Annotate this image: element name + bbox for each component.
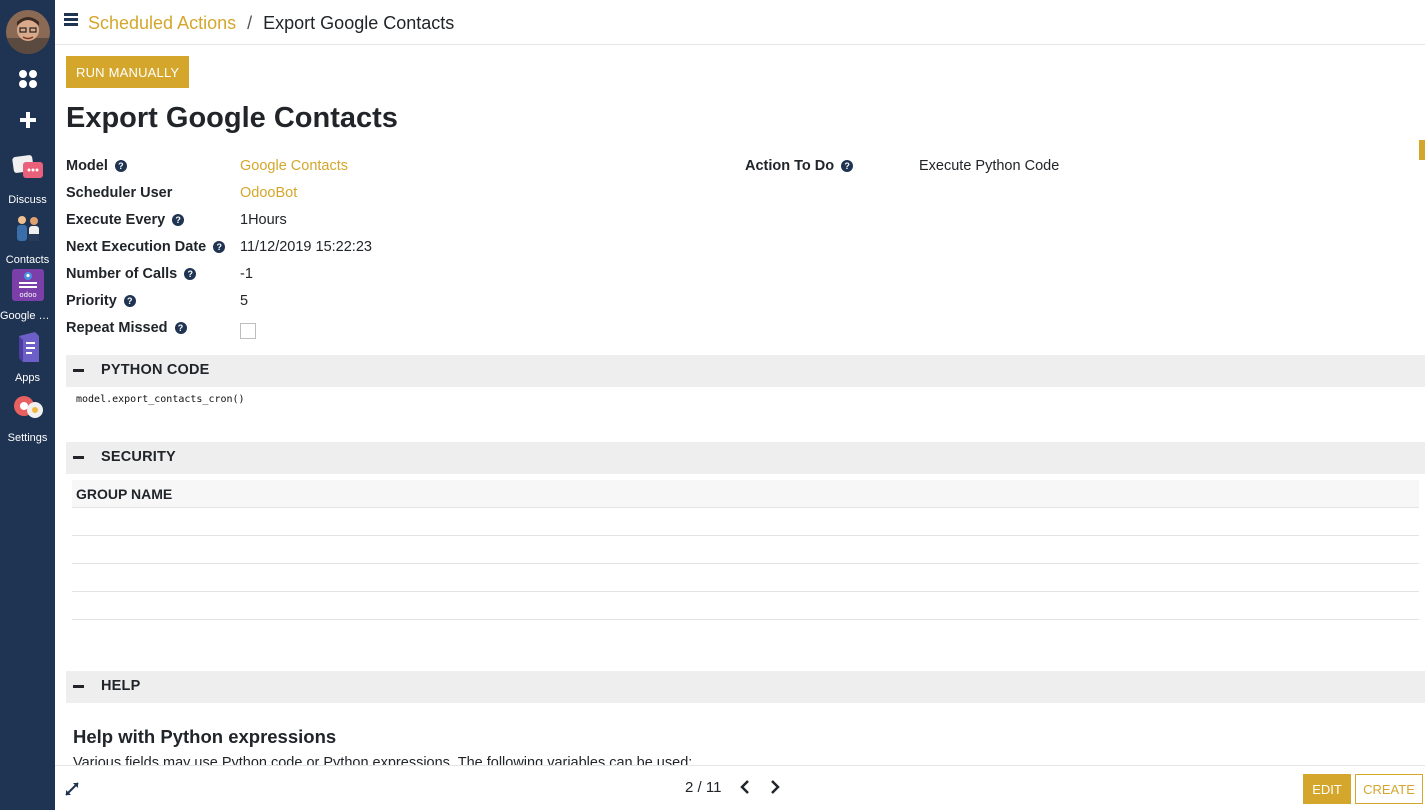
settings-icon: [13, 396, 43, 418]
apps-icon: [18, 332, 39, 362]
table-row: [72, 564, 1419, 592]
bottom-bar: 2 / 11 EDIT CREATE: [55, 765, 1425, 810]
help-icon[interactable]: ?: [123, 295, 136, 307]
execute-every-field: 1Hours: [240, 212, 287, 228]
chevron-right-icon[interactable]: [767, 778, 783, 796]
run-manually-button[interactable]: RUN MANUALLY: [66, 56, 190, 88]
priority-field: 5: [240, 293, 249, 309]
breadcrumb: Scheduled Actions / Export Google Contac…: [88, 12, 454, 34]
model-label: Model?: [66, 158, 127, 174]
sidebar-app-discuss[interactable]: Discuss: [0, 152, 55, 206]
python-code-editor[interactable]: model.export_contacts_cron(): [76, 394, 245, 405]
number-of-calls-label: Number of Calls?: [66, 266, 197, 282]
sidebar-app-settings[interactable]: Settings: [0, 390, 55, 444]
breadcrumb-separator: /: [247, 13, 253, 33]
user-avatar[interactable]: [6, 10, 50, 54]
help-heading: Help with Python expressions: [73, 726, 337, 747]
priority-label: Priority?: [66, 293, 136, 309]
grid-icon: [18, 70, 37, 88]
action-to-do-label: Action To Do?: [745, 158, 854, 174]
breadcrumb-scheduled-actions[interactable]: Scheduled Actions: [88, 13, 236, 33]
expand-icon[interactable]: [64, 781, 80, 797]
help-icon[interactable]: ?: [213, 241, 226, 253]
scheduler-user-label: Scheduler User: [66, 185, 173, 201]
create-button[interactable]: CREATE: [1355, 774, 1423, 804]
model-field[interactable]: Google Contacts: [240, 158, 348, 174]
control-panel: Scheduled Actions / Export Google Contac…: [55, 0, 1425, 45]
execute-every-label: Execute Every?: [66, 212, 185, 228]
new-button[interactable]: [0, 110, 55, 130]
collapse-icon[interactable]: [73, 369, 84, 372]
chatter-toggle[interactable]: [1419, 140, 1425, 160]
help-icon[interactable]: ?: [184, 268, 197, 280]
action-to-do-field: Execute Python Code: [919, 158, 1060, 174]
plus-icon: [19, 112, 36, 128]
table-row: [72, 592, 1419, 620]
contacts-icon: [16, 216, 39, 241]
collapse-icon[interactable]: [73, 685, 84, 688]
svg-text:odoo: odoo: [19, 291, 36, 299]
repeat-missed-checkbox[interactable]: [240, 323, 256, 339]
hamburger-menu-icon[interactable]: [64, 13, 78, 26]
help-icon[interactable]: ?: [172, 214, 185, 226]
help-section-header[interactable]: HELP: [66, 671, 1425, 703]
record-title: Export Google Contacts: [66, 102, 398, 134]
collapse-icon[interactable]: [73, 456, 84, 459]
app-sidebar: Discuss Contacts odoo Google C... Apps S…: [0, 0, 55, 810]
repeat-missed-label: Repeat Missed?: [66, 320, 187, 336]
table-row: [72, 536, 1419, 564]
table-row: [72, 508, 1419, 536]
breadcrumb-current: Export Google Contacts: [263, 13, 455, 33]
security-section-header[interactable]: SECURITY: [66, 442, 1425, 474]
next-execution-date-field: 11/12/2019 15:22:23: [240, 239, 372, 255]
group-name-column-header[interactable]: GROUP NAME: [72, 480, 1419, 508]
sidebar-app-contacts[interactable]: Contacts: [0, 212, 55, 266]
sidebar-app-google-contacts[interactable]: odoo Google C...: [0, 268, 55, 322]
home-menu-button[interactable]: [0, 68, 55, 90]
edit-button[interactable]: EDIT: [1303, 774, 1351, 804]
scheduler-user-field[interactable]: OdooBot: [240, 185, 297, 201]
help-icon[interactable]: ?: [174, 322, 187, 334]
python-code-section-header[interactable]: PYTHON CODE: [66, 355, 1425, 387]
help-icon[interactable]: ?: [841, 160, 854, 172]
next-execution-date-label: Next Execution Date?: [66, 239, 226, 255]
chevron-left-icon[interactable]: [737, 778, 753, 796]
sidebar-app-apps[interactable]: Apps: [0, 330, 55, 384]
pager-value[interactable]: 2 / 11: [685, 779, 721, 796]
number-of-calls-field: -1: [240, 266, 253, 282]
help-icon[interactable]: ?: [114, 160, 127, 172]
google-contacts-icon: odoo: [11, 269, 44, 301]
discuss-icon: [11, 155, 43, 178]
